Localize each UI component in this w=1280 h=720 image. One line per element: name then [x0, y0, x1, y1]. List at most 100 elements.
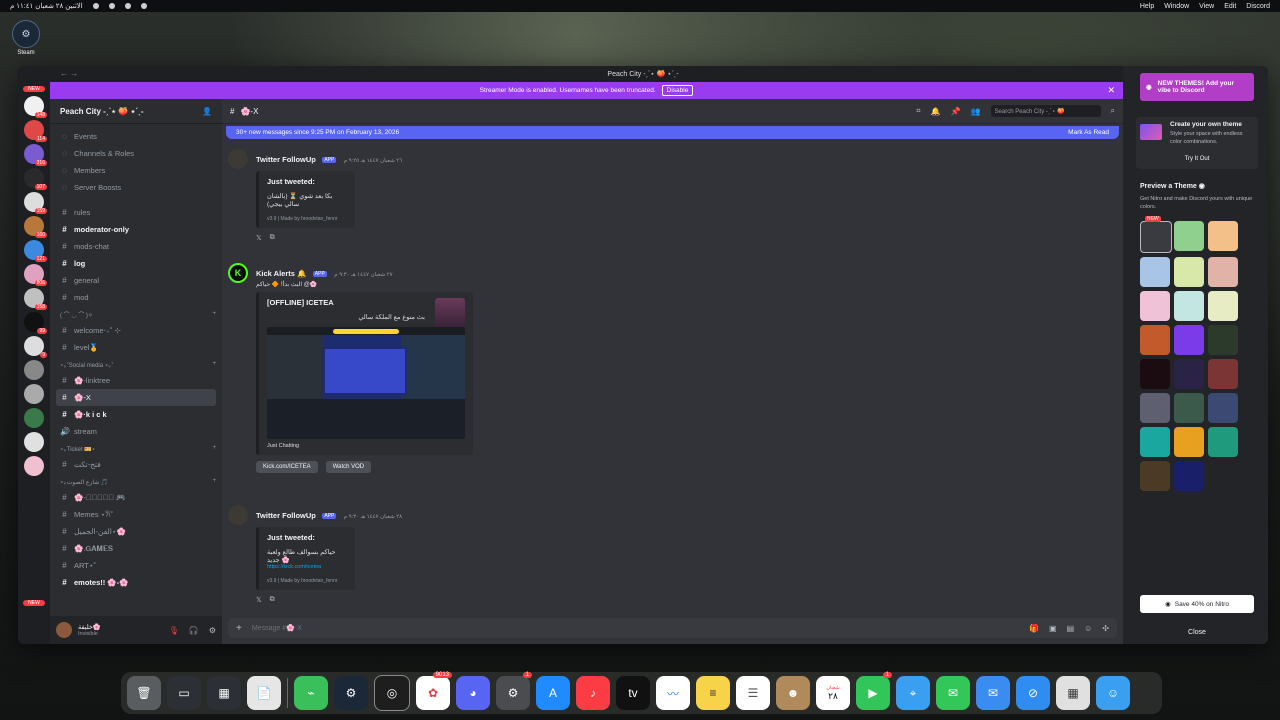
theme-swatch[interactable]	[1208, 291, 1238, 321]
theme-swatch[interactable]	[1208, 427, 1238, 457]
members-icon[interactable]: 👥	[971, 107, 981, 116]
message-author[interactable]: Twitter FollowUp	[256, 155, 316, 164]
add-member-icon[interactable]: 👤	[202, 107, 212, 116]
theme-swatch[interactable]	[1140, 291, 1170, 321]
gift-icon[interactable]: 🎁	[1029, 624, 1039, 633]
server-icon[interactable]: 159	[24, 192, 47, 214]
theme-swatch[interactable]	[1140, 221, 1172, 253]
server-menu-item[interactable]: ◌ Channels & Roles	[56, 145, 216, 162]
watch-vod-button[interactable]: Watch VOD	[325, 461, 372, 473]
theme-swatch[interactable]	[1140, 461, 1170, 491]
x-icon[interactable]: 𝕏	[256, 234, 262, 242]
channel-item[interactable]: # الفن-الجميل⋆🌸	[56, 523, 216, 540]
theme-swatch[interactable]	[1208, 257, 1238, 287]
channel-item[interactable]: # rules	[56, 204, 216, 221]
channel-item[interactable]: # 🌸-ﾟ𝐏𝐨𝐨𝐥 🎮	[56, 489, 216, 506]
message-composer[interactable]: + Message #🌸-X 🎁 ▣ ▤ ☺ ✣	[228, 618, 1117, 638]
gear-icon[interactable]: ⚙	[209, 626, 216, 635]
status-icon[interactable]	[108, 3, 115, 9]
channel-category[interactable]: ( ⌒ ◡ ⌒ )✧ +	[56, 306, 216, 322]
server-icon[interactable]: 114	[24, 120, 47, 142]
save-nitro-button[interactable]: ◉ Save 40% on Nitro	[1140, 595, 1254, 613]
channel-item[interactable]: # moderator-only	[56, 221, 216, 238]
channel-item[interactable]: # 🌸·k i c k	[56, 406, 216, 423]
search-input[interactable]: Search Peach City -ˏˋ⋆ 🍑	[990, 105, 1101, 117]
stream-preview-image[interactable]	[267, 327, 465, 439]
theme-swatch[interactable]	[1174, 257, 1204, 287]
notes-icon[interactable]: ≡	[696, 676, 730, 710]
server-icon[interactable]: 158	[24, 288, 47, 310]
launchpad-icon[interactable]: ▦	[1056, 676, 1090, 710]
avatar[interactable]	[228, 505, 248, 525]
menu-item-view[interactable]: View	[1199, 3, 1214, 10]
server-icon[interactable]: 107	[24, 168, 47, 190]
server-menu-item[interactable]: ◌ Server Boosts	[56, 179, 216, 196]
embed-link[interactable]: https://kick.com/icetea	[267, 564, 347, 570]
message-input[interactable]: Message #🌸-X	[252, 624, 302, 632]
steam-desktop-icon[interactable]: ⚙ Steam	[12, 20, 40, 56]
new-themes-promo[interactable]: ◉ NEW THEMES! Add your vibe to Discord	[1140, 73, 1254, 101]
channel-item[interactable]: # 🌸-X	[56, 389, 216, 406]
freeform-icon[interactable]: 〰	[656, 676, 690, 710]
menu-item-discord[interactable]: Discord	[1246, 3, 1270, 10]
channel-item[interactable]: # ART⋆˚	[56, 557, 216, 574]
facetime-icon[interactable]: ▶ 1	[856, 672, 892, 710]
obs-icon[interactable]: ◎	[374, 675, 410, 711]
message-author[interactable]: Twitter FollowUp	[256, 511, 316, 520]
avatar[interactable]	[56, 622, 72, 638]
window-thumbnail-icon[interactable]: ▭	[167, 676, 201, 710]
theme-swatch[interactable]	[1140, 393, 1170, 423]
server-icon[interactable]	[24, 408, 44, 428]
safari-icon[interactable]: ⊘	[1016, 676, 1050, 710]
add-attachment-icon[interactable]: +	[236, 623, 242, 634]
app-store-icon[interactable]: A	[536, 676, 570, 710]
server-icon[interactable]	[24, 384, 44, 404]
trash-icon[interactable]: 🗑	[127, 676, 161, 710]
finder-icon[interactable]: ☺	[1096, 676, 1130, 710]
close-icon[interactable]: ✕	[1107, 85, 1115, 96]
theme-swatch[interactable]	[1140, 325, 1170, 355]
mail-icon[interactable]: ✉	[976, 676, 1010, 710]
calendar-icon[interactable]: شعبان ٢٨	[816, 676, 850, 710]
channel-category[interactable]: ⋆｡شارع الصوت 🎵 +	[56, 473, 216, 489]
channel-category[interactable]: ⋆｡Ticket 🎫⋆ +	[56, 440, 216, 456]
menu-item-help[interactable]: Help	[1140, 3, 1154, 10]
channel-item[interactable]: # Memes ⋆𐙚˚	[56, 506, 216, 523]
server-icon[interactable]: 148	[24, 96, 47, 118]
theme-swatch[interactable]	[1174, 427, 1204, 457]
server-icon[interactable]	[24, 360, 44, 380]
channel-item[interactable]: # mods-chat	[56, 238, 216, 255]
add-channel-icon[interactable]: +	[212, 361, 216, 367]
try-it-out-button[interactable]: Try It Out	[1136, 156, 1258, 162]
server-icon[interactable]: 9	[24, 336, 47, 358]
theme-swatch[interactable]	[1174, 461, 1204, 491]
channel-item[interactable]: # 🌸.𝐆𝐀𝐌𝐄𝐒	[56, 540, 216, 557]
back-forward-icon[interactable]: ← →	[60, 69, 78, 78]
server-icon[interactable]: 121	[24, 240, 47, 262]
server-menu-item[interactable]: ◌ Events	[56, 128, 216, 145]
channel-item[interactable]: # log	[56, 255, 216, 272]
system-settings-icon[interactable]: ⚙ 1	[496, 672, 532, 710]
theme-swatch[interactable]	[1140, 359, 1170, 389]
add-channel-icon[interactable]: +	[212, 478, 216, 484]
channel-item[interactable]: # mod	[56, 289, 216, 306]
threads-icon[interactable]: ⌗	[916, 106, 921, 116]
bell-icon[interactable]: 🔔	[931, 107, 941, 116]
mute-icon[interactable]: 🎙	[169, 626, 179, 635]
theme-swatch[interactable]	[1208, 359, 1238, 389]
server-icon[interactable]: 160	[24, 216, 47, 238]
server-menu-item[interactable]: ◌ Members	[56, 162, 216, 179]
contacts-icon[interactable]: ☻	[776, 676, 810, 710]
theme-swatch[interactable]	[1174, 221, 1204, 251]
sticker-icon[interactable]: ▤	[1067, 624, 1075, 633]
flower-app-icon[interactable]: ✿ 9013	[416, 672, 452, 710]
channel-item[interactable]: # emotes!! 🌸-🌸	[56, 574, 216, 591]
x-icon[interactable]: 𝕏	[256, 596, 262, 604]
steam-icon[interactable]: ⚙	[334, 676, 368, 710]
external-link-icon[interactable]: ⧉	[270, 596, 275, 604]
status-icon[interactable]	[92, 3, 99, 9]
reminders-icon[interactable]: ☰	[736, 676, 770, 710]
search-icon[interactable]: ⌕	[1111, 106, 1115, 116]
channel-item[interactable]: # welcome‧₊˚ ⊹	[56, 322, 216, 339]
close-button[interactable]: Close	[1140, 629, 1254, 636]
